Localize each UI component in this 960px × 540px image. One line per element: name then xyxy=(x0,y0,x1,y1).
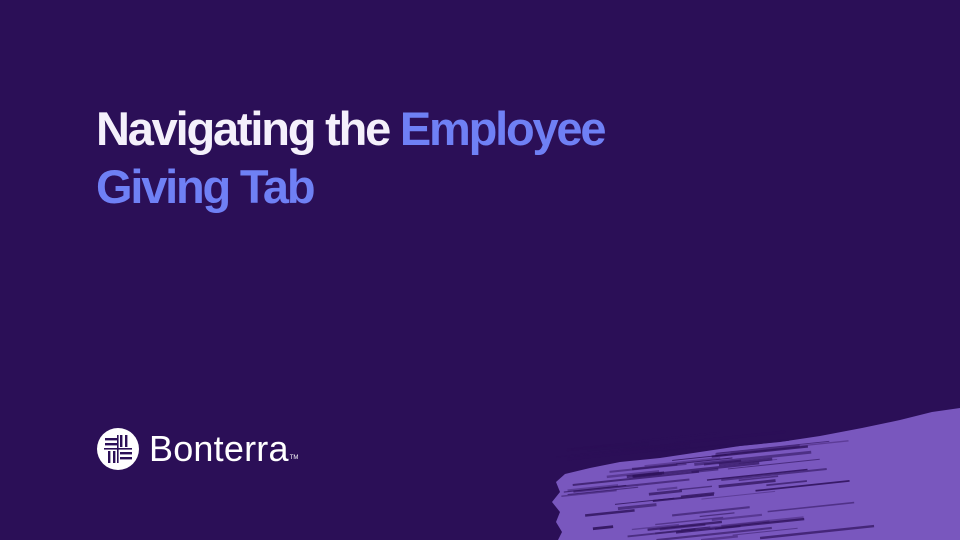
brush-stroke-decoration xyxy=(552,408,960,540)
title-slide: Navigating the Employee Giving Tab Bonter… xyxy=(0,0,960,540)
